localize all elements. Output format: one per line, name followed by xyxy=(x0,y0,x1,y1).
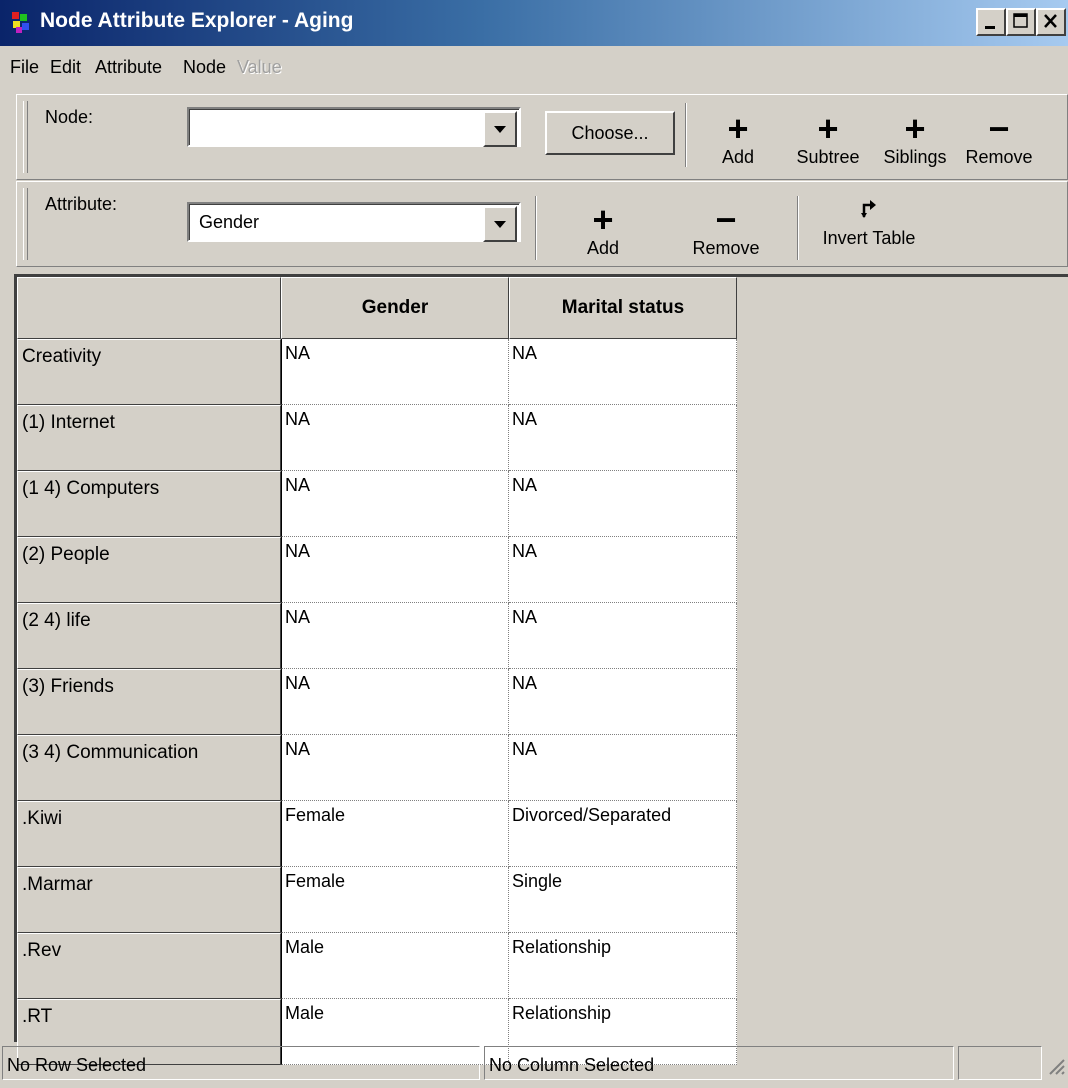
table-cell[interactable]: Single xyxy=(509,867,737,933)
plus-icon: + xyxy=(592,199,614,240)
attribute-add-button[interactable]: + Add xyxy=(565,202,641,259)
menu-file[interactable]: File xyxy=(10,57,39,78)
app-icon xyxy=(12,12,34,34)
row-header[interactable]: (2 4) life xyxy=(17,603,281,669)
attribute-combobox-value: Gender xyxy=(199,212,260,232)
table-cell[interactable]: NA xyxy=(509,537,737,603)
attribute-dropdown-button[interactable] xyxy=(483,206,517,242)
table-cell[interactable]: NA xyxy=(509,735,737,801)
table-cell[interactable]: NA xyxy=(509,603,737,669)
toolbar-separator xyxy=(535,196,537,260)
table-cell[interactable]: Female xyxy=(281,867,509,933)
table-cell[interactable]: NA xyxy=(281,537,509,603)
choose-button[interactable]: Choose... xyxy=(545,111,675,155)
invert-table-label: Invert Table xyxy=(822,228,916,248)
table-cell[interactable]: Female xyxy=(281,801,509,867)
table-cell[interactable]: NA xyxy=(281,603,509,669)
close-button[interactable] xyxy=(1036,8,1066,36)
row-header[interactable]: Creativity xyxy=(17,339,281,405)
toolbar-separator xyxy=(797,196,799,260)
table-cell[interactable]: NA xyxy=(281,405,509,471)
table-cell[interactable]: NA xyxy=(281,339,509,405)
attribute-remove-label: Remove xyxy=(692,238,760,258)
row-header[interactable]: (3 4) Communication xyxy=(17,735,281,801)
table-cell[interactable]: NA xyxy=(281,669,509,735)
row-header[interactable]: .Marmar xyxy=(17,867,281,933)
menu-node[interactable]: Node xyxy=(183,57,226,78)
column-header[interactable]: Gender xyxy=(281,277,509,339)
corner-header[interactable] xyxy=(17,277,281,339)
plus-icon: + xyxy=(727,108,749,149)
node-siblings-button[interactable]: + Siblings xyxy=(873,111,957,168)
chevron-down-icon xyxy=(494,125,506,133)
resize-grip-icon[interactable] xyxy=(1044,1054,1066,1078)
node-remove-label: Remove xyxy=(965,147,1033,167)
chevron-down-icon xyxy=(494,220,506,228)
menu-edit[interactable]: Edit xyxy=(50,57,81,78)
row-header[interactable]: .Kiwi xyxy=(17,801,281,867)
table-cell[interactable]: NA xyxy=(509,339,737,405)
toolbar-grip[interactable] xyxy=(23,188,28,260)
status-column: No Column Selected xyxy=(484,1046,954,1080)
minus-icon: − xyxy=(988,108,1010,149)
attribute-add-label: Add xyxy=(586,238,620,258)
table-cell[interactable]: NA xyxy=(281,471,509,537)
title-bar[interactable]: Node Attribute Explorer - Aging xyxy=(0,0,1068,46)
plus-icon: + xyxy=(817,108,839,149)
swap-arrows-icon xyxy=(807,196,931,228)
minimize-icon xyxy=(985,26,995,29)
table-cell[interactable]: Relationship xyxy=(509,933,737,999)
status-extra xyxy=(958,1046,1042,1080)
table-cell[interactable]: Male xyxy=(281,933,509,999)
row-header[interactable]: (1) Internet xyxy=(17,405,281,471)
attribute-toolbar: Attribute: Gender + Add − Remove Invert … xyxy=(16,181,1068,267)
table-cell[interactable]: NA xyxy=(509,471,737,537)
row-header[interactable]: (2) People xyxy=(17,537,281,603)
node-toolbar: Node: Choose... + Add + Subtree + Siblin… xyxy=(16,94,1068,180)
attribute-label: Attribute: xyxy=(45,194,118,214)
plus-icon: + xyxy=(904,108,926,149)
node-remove-button[interactable]: − Remove xyxy=(957,111,1041,168)
menu-value: Value xyxy=(237,57,282,77)
node-dropdown-button[interactable] xyxy=(483,111,517,147)
menu-attribute[interactable]: Attribute xyxy=(95,57,162,78)
minus-icon: − xyxy=(715,199,737,240)
table-cell[interactable]: NA xyxy=(509,669,737,735)
node-combobox[interactable] xyxy=(187,107,521,147)
close-icon xyxy=(1044,14,1057,28)
toolbar-separator xyxy=(685,103,687,167)
node-siblings-label: Siblings xyxy=(883,147,947,167)
attribute-table: Gender Marital status Creativity NA NA (1) … xyxy=(14,274,1068,1065)
table-cell[interactable]: NA xyxy=(509,405,737,471)
row-header[interactable]: .Rev xyxy=(17,933,281,999)
node-add-label: Add xyxy=(721,147,755,167)
node-subtree-label: Subtree xyxy=(796,147,860,167)
maximize-icon xyxy=(1013,13,1028,28)
row-header[interactable]: (1 4) Computers xyxy=(17,471,281,537)
attribute-combobox[interactable]: Gender xyxy=(187,202,521,242)
window-title: Node Attribute Explorer - Aging xyxy=(40,9,354,32)
attribute-remove-button[interactable]: − Remove xyxy=(683,202,769,259)
minimize-button[interactable] xyxy=(976,8,1006,36)
column-header[interactable]: Marital status xyxy=(509,277,737,339)
invert-table-button[interactable]: Invert Table xyxy=(807,196,931,249)
toolbar-grip[interactable] xyxy=(23,101,28,173)
status-row: No Row Selected xyxy=(2,1046,480,1080)
node-subtree-button[interactable]: + Subtree xyxy=(785,111,871,168)
table-cell[interactable]: Divorced/Separated xyxy=(509,801,737,867)
node-add-button[interactable]: + Add xyxy=(703,111,773,168)
node-label: Node: xyxy=(45,107,94,127)
row-header[interactable]: (3) Friends xyxy=(17,669,281,735)
table-cell[interactable]: NA xyxy=(281,735,509,801)
maximize-button[interactable] xyxy=(1006,8,1036,36)
